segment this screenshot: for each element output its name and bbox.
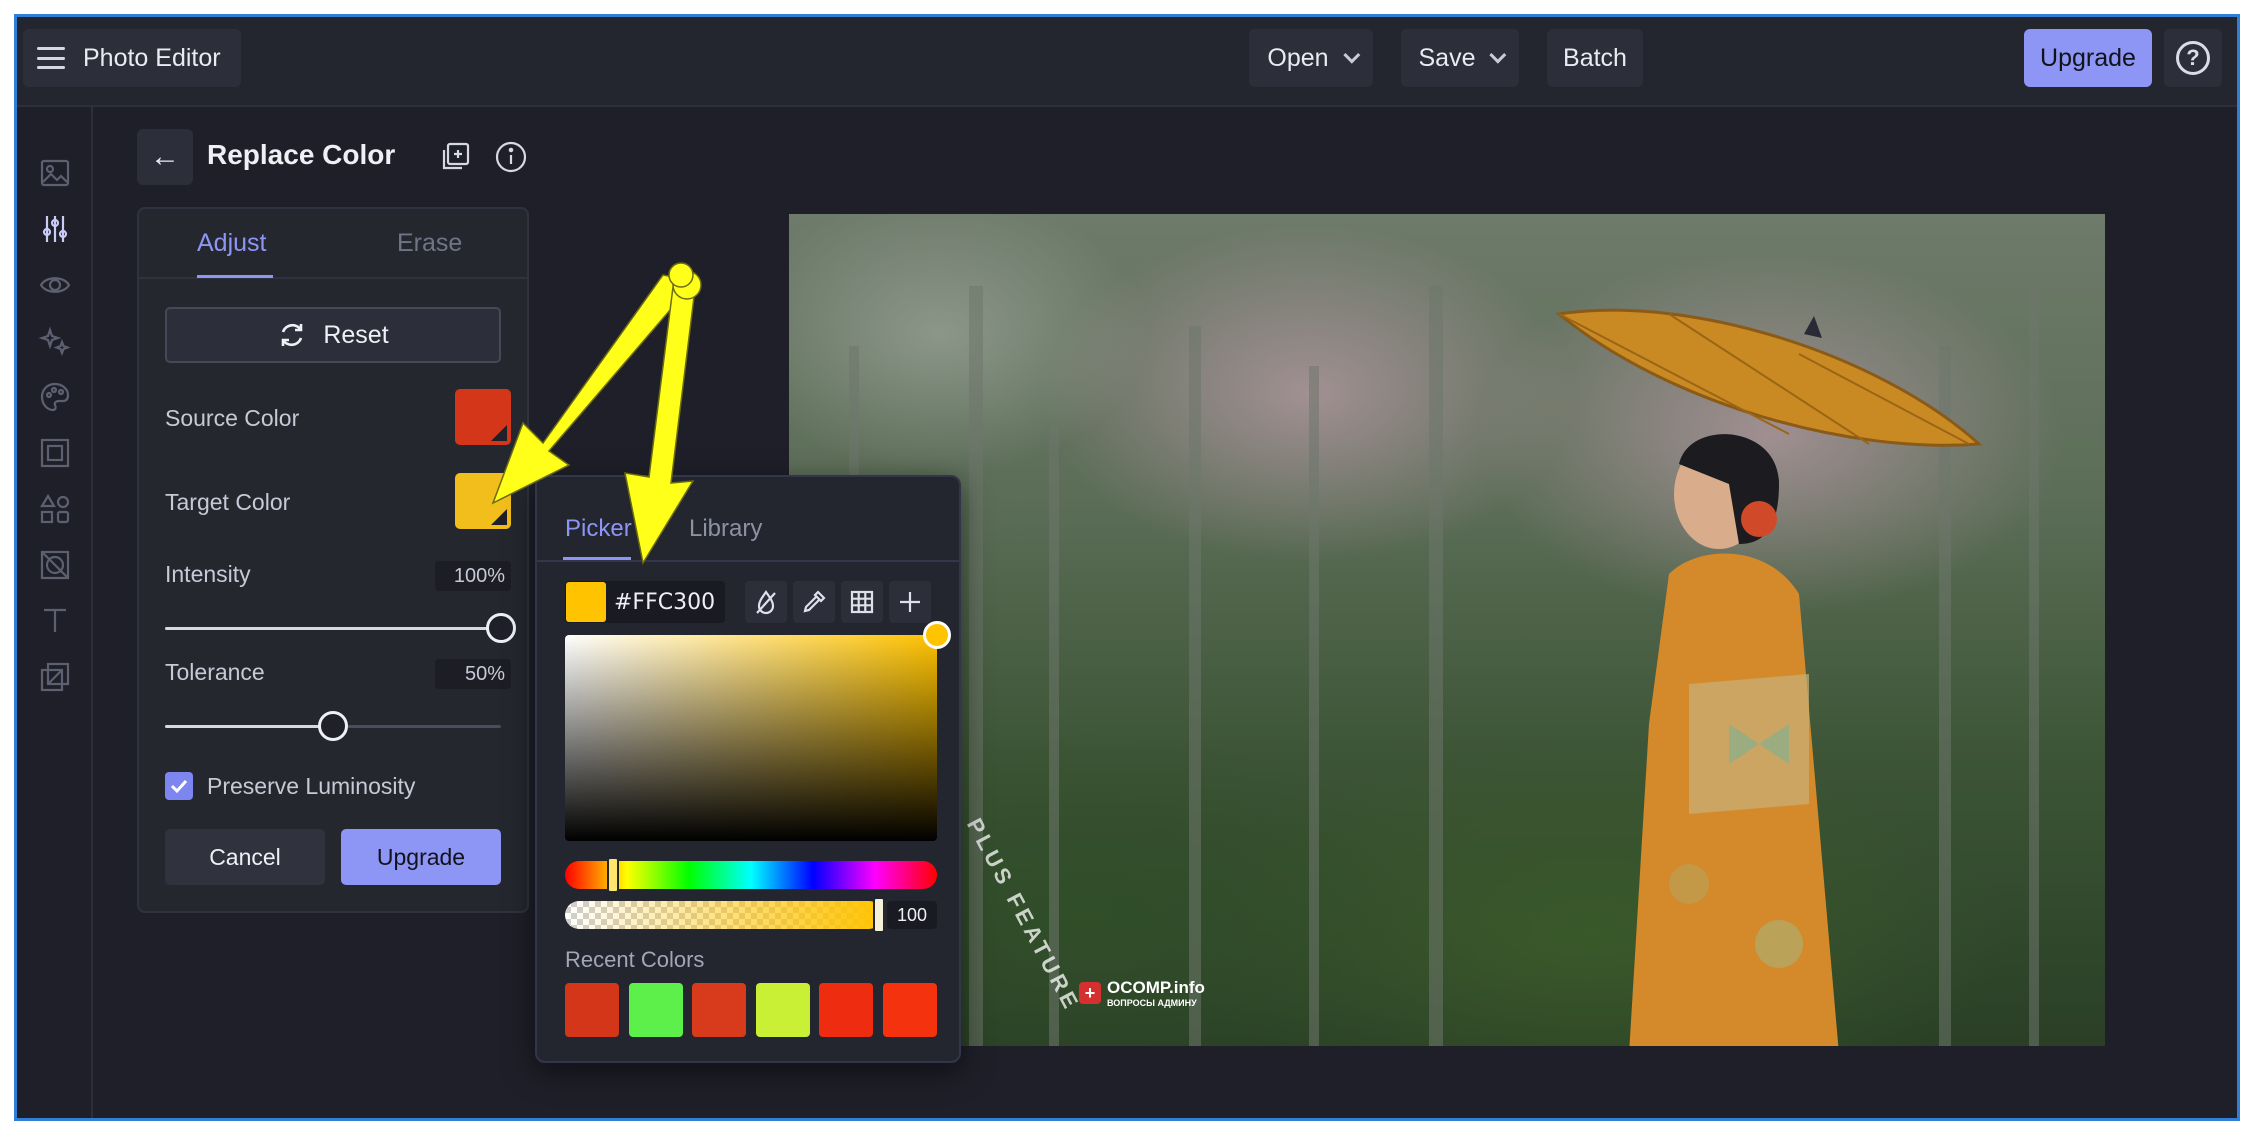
- woman-in-kimono-image: [1629, 434, 1839, 1046]
- upgrade-button[interactable]: Upgrade: [341, 829, 501, 885]
- save-label: Save: [1418, 43, 1476, 72]
- alpha-slider[interactable]: [565, 901, 883, 929]
- recent-color-swatch[interactable]: [819, 983, 873, 1037]
- hue-slider-thumb[interactable]: [607, 857, 619, 893]
- tolerance-slider-fill: [165, 725, 333, 728]
- layers-copy-icon[interactable]: [435, 137, 475, 177]
- hue-slider[interactable]: [565, 861, 937, 889]
- watermark-site: OCOMP.info: [1107, 978, 1205, 997]
- tab-erase[interactable]: Erase: [397, 229, 462, 258]
- help-icon: ?: [2176, 41, 2210, 75]
- image-icon[interactable]: [27, 145, 83, 201]
- recent-color-swatch[interactable]: [882, 983, 937, 1037]
- tab-picker[interactable]: Picker: [565, 515, 632, 543]
- frame-icon[interactable]: [27, 425, 83, 481]
- eyedropper-icon: [803, 590, 826, 613]
- tool-rail: [17, 107, 93, 1118]
- palette-icon[interactable]: [27, 369, 83, 425]
- grid-icon: [850, 590, 874, 614]
- tolerance-slider[interactable]: [165, 711, 501, 741]
- replace-color-panel: Adjust Erase Reset Source Color Target C…: [137, 207, 529, 913]
- recent-color-swatch[interactable]: [692, 983, 746, 1037]
- hamburger-icon: [37, 47, 65, 69]
- top-bar: Photo Editor Open Save Batch Upgrade ?: [17, 17, 2237, 107]
- intensity-slider[interactable]: [165, 613, 516, 643]
- tolerance-label: Tolerance: [165, 659, 265, 685]
- batch-label: Batch: [1563, 43, 1627, 72]
- preserve-luminosity-label: Preserve Luminosity: [207, 773, 416, 799]
- open-button[interactable]: Open: [1249, 29, 1373, 87]
- color-picker-popover: Picker Library #FFC300 100 Recent Colors: [535, 475, 961, 1063]
- batch-button[interactable]: Batch: [1547, 29, 1643, 87]
- tolerance-value[interactable]: 50%: [435, 659, 511, 689]
- target-color-label: Target Color: [165, 489, 291, 515]
- adjust-sliders-icon[interactable]: [27, 201, 83, 257]
- plus-icon: [900, 592, 920, 612]
- arrow-left-icon: ←: [150, 140, 180, 173]
- panel-title: Replace Color: [207, 139, 396, 170]
- upgrade-top-button[interactable]: Upgrade: [2024, 29, 2152, 87]
- tab-adjust[interactable]: Adjust: [197, 229, 266, 258]
- app-title: Photo Editor: [83, 43, 221, 72]
- target-color-swatch[interactable]: [455, 473, 511, 529]
- overlay-icon[interactable]: [27, 649, 83, 705]
- panel-tabs: Adjust Erase: [139, 209, 527, 279]
- plus-cross-icon: +: [1079, 982, 1101, 1004]
- shapes-icon[interactable]: [27, 481, 83, 537]
- reset-icon: [282, 323, 303, 347]
- preserve-luminosity-checkbox[interactable]: [165, 772, 193, 800]
- recent-color-swatch[interactable]: [565, 983, 619, 1037]
- open-label: Open: [1267, 43, 1329, 72]
- chevron-down-icon: [1489, 46, 1507, 64]
- intensity-label: Intensity: [165, 561, 251, 587]
- app-window: Photo Editor Open Save Batch Upgrade ? ←…: [14, 14, 2240, 1121]
- add-color-button[interactable]: [889, 581, 931, 623]
- saturation-value-thumb[interactable]: [923, 621, 951, 649]
- eye-icon[interactable]: [27, 257, 83, 313]
- source-color-swatch[interactable]: [455, 389, 511, 445]
- hex-value: #FFC300: [614, 589, 716, 615]
- source-color-label: Source Color: [165, 405, 300, 431]
- no-fill-icon: [756, 590, 776, 615]
- eyedropper-button[interactable]: [793, 581, 835, 623]
- tolerance-slider-thumb[interactable]: [318, 711, 348, 741]
- hex-input[interactable]: #FFC300: [565, 581, 725, 623]
- sparkle-effects-icon[interactable]: [27, 313, 83, 369]
- intensity-value[interactable]: 100%: [435, 561, 511, 591]
- reset-label: Reset: [323, 320, 389, 349]
- intensity-slider-thumb[interactable]: [486, 613, 516, 643]
- alpha-slider-thumb[interactable]: [873, 897, 885, 933]
- picker-active-tab-indicator: [563, 557, 631, 560]
- watermark-tagline: ВОПРОСЫ АДМИНУ: [1107, 998, 1197, 1008]
- recent-colors-label: Recent Colors: [565, 947, 705, 972]
- recent-color-swatch[interactable]: [628, 983, 683, 1037]
- texture-icon[interactable]: [27, 537, 83, 593]
- intensity-slider-fill: [165, 627, 501, 630]
- save-button[interactable]: Save: [1401, 29, 1519, 87]
- text-icon[interactable]: [27, 593, 83, 649]
- cancel-button[interactable]: Cancel: [165, 829, 325, 885]
- tab-library[interactable]: Library: [689, 515, 762, 543]
- check-icon: [170, 779, 188, 794]
- reset-button[interactable]: Reset: [165, 307, 501, 363]
- current-color-chip: [566, 582, 606, 622]
- no-color-button[interactable]: [745, 581, 787, 623]
- watermark-logo: + OCOMP.info ВОПРОСЫ АДМИНУ: [1079, 978, 1205, 1008]
- photo-canvas[interactable]: PLUS FEATURE + OCOMP.info ВОПРОСЫ АДМИНУ: [789, 214, 2105, 1046]
- saturation-value-area[interactable]: [565, 635, 937, 841]
- help-button[interactable]: ?: [2164, 29, 2222, 87]
- active-tab-indicator: [197, 275, 273, 278]
- menu-button[interactable]: Photo Editor: [23, 29, 241, 87]
- chevron-down-icon: [1342, 46, 1360, 64]
- info-icon[interactable]: [491, 137, 531, 177]
- recent-color-swatch[interactable]: [755, 983, 810, 1037]
- swatch-grid-button[interactable]: [841, 581, 883, 623]
- back-button[interactable]: ←: [137, 129, 193, 185]
- picker-tabs-divider: [537, 560, 959, 562]
- alpha-value[interactable]: 100: [887, 901, 937, 929]
